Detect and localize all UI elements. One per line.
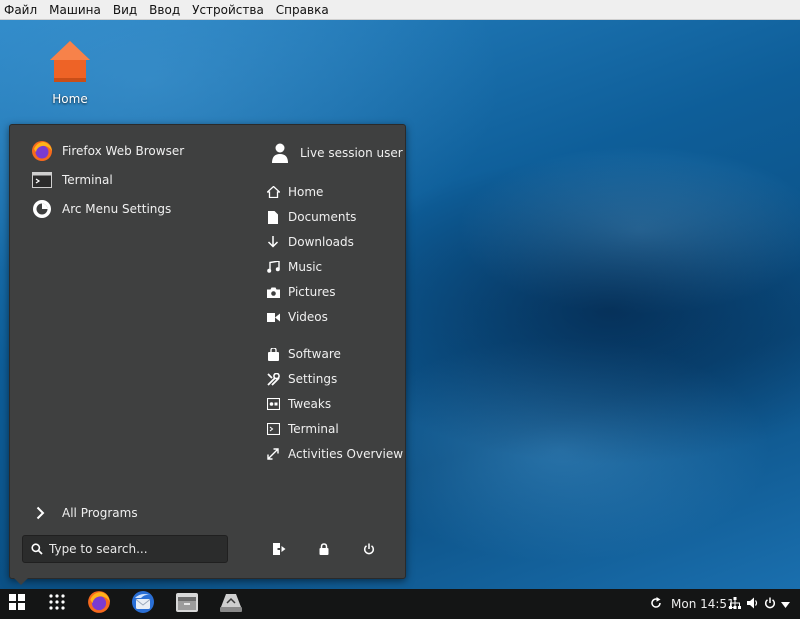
user-name: Live session user: [300, 146, 403, 160]
menu-file[interactable]: Файл: [4, 3, 37, 17]
fav-item-terminal[interactable]: Terminal: [30, 168, 113, 192]
lock-button[interactable]: [315, 541, 333, 559]
system-item-settings[interactable]: Settings: [266, 369, 337, 389]
taskbar-file-manager-button[interactable]: [174, 592, 200, 616]
menu-arrow-icon: [781, 597, 790, 611]
software-bag-icon: [266, 347, 280, 361]
place-item-documents[interactable]: Documents: [266, 207, 356, 227]
fav-item-label: Firefox Web Browser: [62, 144, 185, 158]
taskbar-app-grid-button[interactable]: [44, 592, 70, 616]
app-grid-icon: [49, 594, 65, 614]
place-item-label: Documents: [288, 210, 357, 224]
system-item-label: Tweaks: [288, 397, 332, 411]
menu-devices[interactable]: Устройства: [192, 3, 264, 17]
taskbar-arc-menu-button[interactable]: [4, 592, 30, 616]
logout-icon: [272, 542, 286, 558]
system-item-terminal[interactable]: Terminal: [266, 419, 339, 439]
home-icon: [266, 185, 280, 199]
power-icon: [764, 597, 776, 612]
tray-menu[interactable]: [781, 597, 790, 611]
installer-icon: [218, 591, 244, 617]
tweaks-icon: [266, 397, 280, 411]
place-item-home[interactable]: Home: [266, 182, 323, 202]
tray-refresh[interactable]: [650, 596, 662, 612]
all-programs-button[interactable]: All Programs: [36, 503, 138, 523]
arc-menu-settings-icon: [30, 197, 54, 221]
document-icon: [266, 210, 280, 224]
expand-arrows-icon: [266, 447, 280, 461]
refresh-icon: [650, 596, 662, 612]
tray-power[interactable]: [764, 597, 776, 611]
place-item-downloads[interactable]: Downloads: [266, 232, 354, 252]
clock[interactable]: Mon 14:51: [671, 597, 735, 611]
volume-icon: [747, 597, 759, 612]
taskbar-firefox-button[interactable]: [86, 590, 112, 618]
arc-menu-icon: [9, 594, 25, 614]
video-icon: [266, 310, 280, 324]
taskbar: Mon 14:51: [0, 589, 800, 619]
menu-input[interactable]: Ввод: [149, 3, 180, 17]
place-item-pictures[interactable]: Pictures: [266, 282, 336, 302]
desktop-icon-home[interactable]: Home: [40, 38, 100, 106]
lock-icon: [319, 542, 329, 558]
chevron-right-icon: [36, 506, 48, 520]
system-item-tweaks[interactable]: Tweaks: [266, 394, 331, 414]
network-icon: [729, 596, 741, 612]
search-box[interactable]: [22, 535, 228, 563]
user-row[interactable]: Live session user: [270, 141, 403, 165]
system-item-label: Terminal: [288, 422, 339, 436]
settings-tools-icon: [266, 372, 280, 386]
download-icon: [266, 235, 280, 249]
place-item-label: Home: [288, 185, 324, 199]
place-item-music[interactable]: Music: [266, 257, 322, 277]
fav-item-label: Arc Menu Settings: [62, 202, 172, 216]
system-item-label: Settings: [288, 372, 338, 386]
tray-volume[interactable]: [747, 597, 759, 611]
place-item-label: Videos: [288, 310, 328, 324]
desktop-icon-label: Home: [52, 92, 88, 106]
user-icon: [270, 143, 290, 163]
place-item-label: Pictures: [288, 285, 336, 299]
firefox-icon: [30, 139, 54, 163]
music-icon: [266, 260, 280, 274]
system-item-activities-overview[interactable]: Activities Overview: [266, 444, 403, 464]
fav-item-arc-menu-settings[interactable]: Arc Menu Settings: [30, 197, 171, 221]
taskbar-thunderbird-button[interactable]: [130, 590, 156, 618]
place-item-label: Music: [288, 260, 323, 274]
all-programs-label: All Programs: [62, 506, 138, 520]
tray-network[interactable]: [729, 596, 741, 612]
taskbar-installer-button[interactable]: [218, 592, 244, 616]
home-folder-icon: [46, 38, 94, 90]
logout-button[interactable]: [270, 541, 288, 559]
arc-menu-panel: Firefox Web Browser Terminal Arc Menu Se…: [9, 124, 406, 585]
thunderbird-icon: [131, 590, 155, 618]
power-off-button[interactable]: [360, 541, 378, 559]
fav-item-label: Terminal: [62, 173, 113, 187]
menu-machine[interactable]: Машина: [49, 3, 101, 17]
search-icon: [31, 543, 43, 555]
place-item-label: Downloads: [288, 235, 354, 249]
camera-icon: [266, 285, 280, 299]
terminal-icon: [30, 168, 54, 192]
menu-view[interactable]: Вид: [113, 3, 137, 17]
place-item-videos[interactable]: Videos: [266, 307, 328, 327]
fav-item-firefox[interactable]: Firefox Web Browser: [30, 139, 184, 163]
host-menubar: Файл Машина Вид Ввод Устройства Справка: [0, 0, 800, 20]
system-item-label: Software: [288, 347, 341, 361]
terminal-small-icon: [266, 422, 280, 436]
system-item-software[interactable]: Software: [266, 344, 341, 364]
search-input[interactable]: [49, 542, 219, 556]
menu-help[interactable]: Справка: [276, 3, 329, 17]
system-item-label: Activities Overview: [288, 447, 404, 461]
power-icon: [363, 543, 375, 558]
clock-label: Mon 14:51: [671, 597, 735, 611]
file-manager-icon: [175, 591, 199, 617]
firefox-icon: [87, 590, 111, 618]
